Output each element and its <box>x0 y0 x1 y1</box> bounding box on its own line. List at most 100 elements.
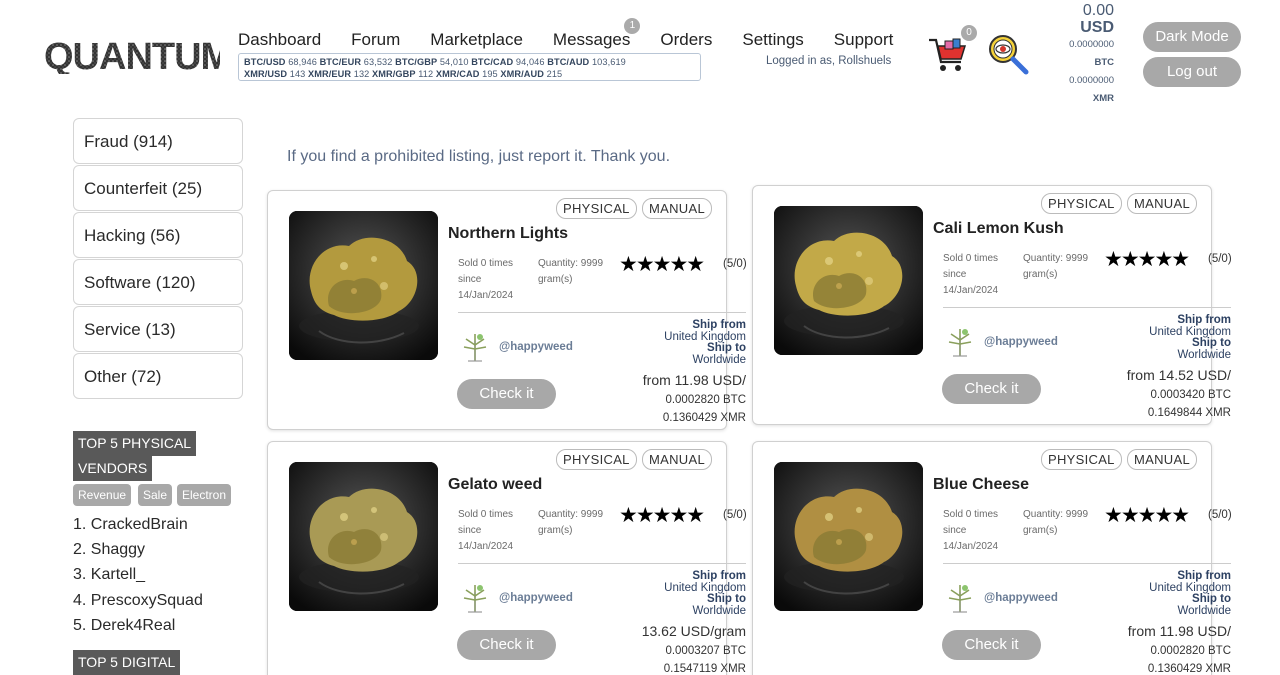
balance-btc-value: 0.0000000 <box>1069 39 1114 50</box>
ticker-pair: XMR/CAD <box>435 69 480 79</box>
site-logo[interactable]: QUANTUM <box>44 36 232 78</box>
physical-badge: PHYSICAL <box>1041 449 1122 470</box>
ticker-pair: XMR/GBP <box>372 69 416 79</box>
vendor-name[interactable]: @happyweed <box>984 336 1058 348</box>
card-divider <box>458 312 746 313</box>
listing-card: PHYSICAL MANUAL Gelato weed Sold 0 times… <box>267 441 747 675</box>
card-divider <box>943 563 1231 564</box>
quantity-unit: gram(s) <box>538 274 573 285</box>
nav-orders[interactable]: Orders <box>660 30 712 50</box>
sold-info: Sold 0 times since 14/Jan/2024 <box>943 251 1013 299</box>
vendor-avatar-icon <box>460 582 490 614</box>
sold-since: since <box>943 269 967 280</box>
ticker-value: 215 <box>543 69 563 79</box>
check-it-button[interactable]: Check it <box>942 630 1041 660</box>
check-it-button[interactable]: Check it <box>457 630 556 660</box>
price-btc: 0.0003420 BTC <box>1150 389 1231 401</box>
nav-support[interactable]: Support <box>834 30 894 50</box>
quantity-unit: gram(s) <box>538 525 573 536</box>
vendor-link[interactable]: 5. Derek4Real <box>73 617 175 635</box>
price-usd: 13.62 USD/gram <box>641 623 746 639</box>
ticker-xmr-line: XMR/USD 143 XMR/EUR 132 XMR/GBP 112 XMR/… <box>244 68 695 80</box>
vendor-link[interactable]: 1. CrackedBrain <box>73 516 188 534</box>
ticker-value: 112 <box>415 69 436 79</box>
nav-settings[interactable]: Settings <box>742 30 803 50</box>
svg-text:QUANTUM: QUANTUM <box>44 36 220 74</box>
vendor-link[interactable]: 3. Kartell_ <box>73 566 145 584</box>
manual-badge: MANUAL <box>642 198 712 219</box>
physical-badge: PHYSICAL <box>556 198 637 219</box>
ticker-btc-line: BTC/USD 68,946 BTC/EUR 63,532 BTC/GBP 54… <box>244 56 695 68</box>
product-image[interactable] <box>774 206 923 355</box>
wallet-balance: 0.00 USD 0.0000000 BTC 0.0000000 XMR <box>1050 2 1114 108</box>
filter-electron[interactable]: Electron <box>177 484 232 506</box>
sold-since: since <box>943 525 967 536</box>
balance-xmr-value: 0.0000000 <box>1069 75 1114 86</box>
nav-forum[interactable]: Forum <box>351 30 400 50</box>
ship-from-label: Ship from <box>1177 314 1231 326</box>
price-btc: 0.0002820 BTC <box>665 394 746 406</box>
listing-title[interactable]: Cali Lemon Kush <box>933 220 1064 238</box>
listing-card: PHYSICAL MANUAL Blue Cheese Sold 0 times… <box>752 441 1232 675</box>
vendor-link[interactable]: 4. PrescoxySquad <box>73 592 203 610</box>
filter-sale[interactable]: Sale <box>138 484 173 506</box>
ship-from-label: Ship from <box>1177 570 1231 582</box>
top-digital-vendors-title: TOP 5 DIGITAL <box>73 650 181 675</box>
ticker-value: 94,046 <box>513 57 548 67</box>
vendor-name[interactable]: @happyweed <box>984 592 1058 604</box>
manual-badge: MANUAL <box>1127 449 1197 470</box>
filter-revenue[interactable]: Revenue <box>73 484 132 506</box>
category-other[interactable]: Other (72) <box>73 353 243 399</box>
category-software[interactable]: Software (120) <box>73 259 243 305</box>
ship-to-label: Ship to <box>1192 337 1231 349</box>
nav-dashboard[interactable]: Dashboard <box>238 30 321 50</box>
nav-marketplace[interactable]: Marketplace <box>430 30 523 50</box>
ticker-value: 132 <box>351 69 373 79</box>
listing-card: PHYSICAL MANUAL Cali Lemon Kush Sold 0 t… <box>752 185 1232 425</box>
logout-button[interactable]: Log out <box>1143 57 1241 87</box>
rating-stars-icon: ★★★★★ <box>619 504 705 527</box>
category-service[interactable]: Service (13) <box>73 306 243 352</box>
ticker-pair: BTC/EUR <box>319 57 362 67</box>
category-fraud[interactable]: Fraud (914) <box>73 118 243 164</box>
nav-messages[interactable]: Messages 1 <box>553 18 641 50</box>
ship-from-label: Ship from <box>692 319 746 331</box>
price-crypto: 0.0003207 BTC 0.1547119 XMR <box>664 642 746 675</box>
sold-info: Sold 0 times since 14/Jan/2024 <box>943 507 1013 555</box>
listing-title[interactable]: Northern Lights <box>448 225 568 243</box>
category-hacking[interactable]: Hacking (56) <box>73 212 243 258</box>
price-xmr: 0.1649844 XMR <box>1147 407 1231 419</box>
ticker-value: 54,010 <box>437 57 472 67</box>
check-it-button[interactable]: Check it <box>457 379 556 409</box>
ticker-value: 195 <box>479 69 501 79</box>
ticker-value: 143 <box>287 69 309 79</box>
price-xmr: 0.1360429 XMR <box>662 412 746 424</box>
rating-score: (5/0) <box>723 258 747 270</box>
balance-usd-value: 0.00 <box>1082 2 1114 19</box>
product-image[interactable] <box>289 462 438 611</box>
cart-icon[interactable] <box>927 34 969 76</box>
search-icon[interactable] <box>986 32 1030 76</box>
product-image[interactable] <box>774 462 923 611</box>
ship-to-value: Worldwide <box>692 604 746 617</box>
sold-info: Sold 0 times since 14/Jan/2024 <box>458 507 528 555</box>
rating-stars-icon: ★★★★★ <box>1104 248 1190 271</box>
listing-title[interactable]: Gelato weed <box>448 476 542 494</box>
listing-title[interactable]: Blue Cheese <box>933 476 1029 494</box>
sold-count: Sold 0 times <box>943 253 999 264</box>
vendor-avatar-icon <box>460 331 490 363</box>
product-image[interactable] <box>289 211 438 360</box>
price-usd: from 11.98 USD/ <box>642 372 746 388</box>
dark-mode-button[interactable]: Dark Mode <box>1143 22 1241 52</box>
vendor-name[interactable]: @happyweed <box>499 341 573 353</box>
report-notice: If you find a prohibited listing, just r… <box>287 148 671 165</box>
category-counterfeit[interactable]: Counterfeit (25) <box>73 165 243 211</box>
vendor-link[interactable]: 2. Shaggy <box>73 541 145 559</box>
check-it-button[interactable]: Check it <box>942 374 1041 404</box>
quantity-value: Quantity: 9999 <box>538 258 604 269</box>
ship-from-value: United Kingdom <box>664 330 746 343</box>
vendor-name[interactable]: @happyweed <box>499 592 573 604</box>
price-crypto: 0.0003420 BTC 0.1649844 XMR <box>1148 386 1231 422</box>
sold-count: Sold 0 times <box>458 258 514 269</box>
ship-to-label: Ship to <box>707 342 746 354</box>
